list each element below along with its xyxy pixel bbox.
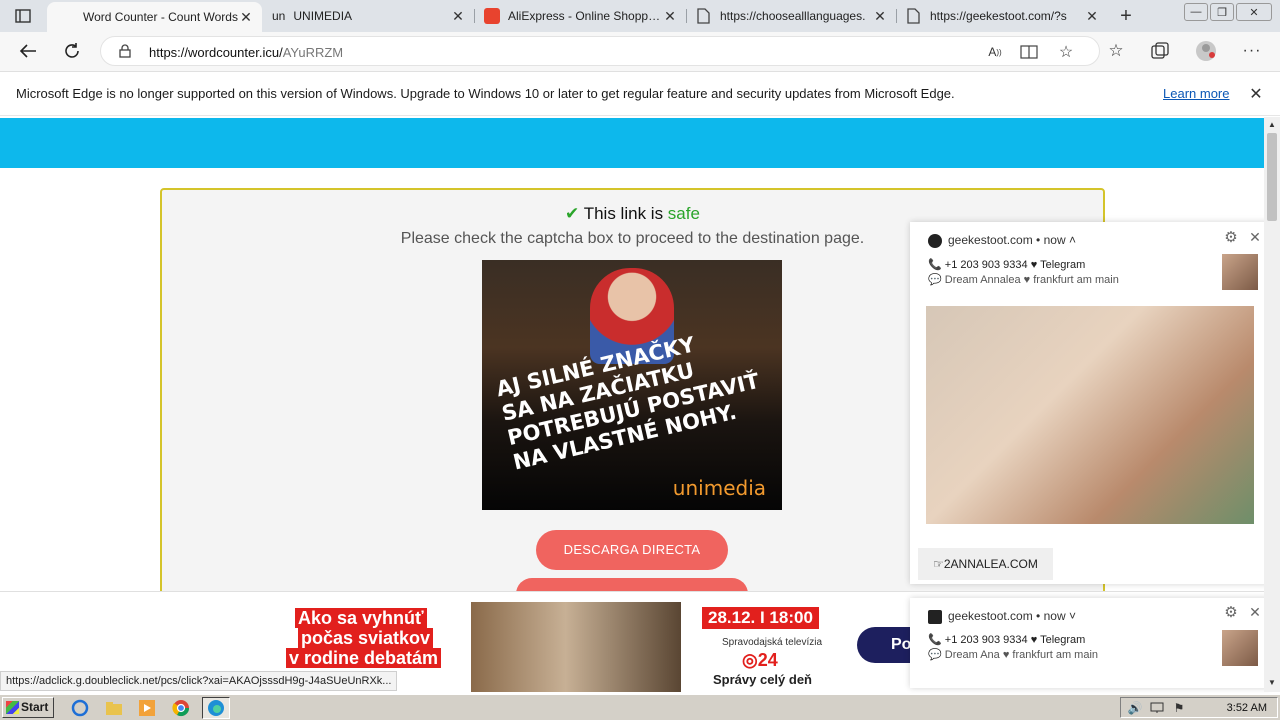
site-header-banner [0,118,1264,168]
profile-avatar[interactable] [1194,39,1218,63]
minimize-icon[interactable]: — [1184,3,1208,21]
ad-photo [471,602,681,692]
notification-alert-icon [928,610,942,624]
collections-icon[interactable] [1148,40,1172,62]
close-icon[interactable]: ✕ [238,9,254,26]
window-close-icon[interactable]: ✕ [1236,3,1272,21]
aliexpress-favicon-icon [484,8,500,24]
scroll-thumb[interactable] [1267,133,1277,221]
windows-logo-icon [6,701,19,714]
message-icon: 💬 [928,649,942,661]
scroll-up-icon[interactable]: ▲ [1267,119,1277,129]
close-icon[interactable]: ✕ [1246,228,1264,246]
add-favorite-icon[interactable]: ☆ [1055,42,1077,62]
ad-brand-logo: unimedia [672,476,766,500]
download-direct-button[interactable]: DESCARGA DIRECTA [536,530,728,570]
tab-strip: Word Counter - Count Words ✕ un UNIMEDIA… [0,0,1280,32]
ad-headline: v rodine debatám [286,648,442,668]
phone-icon: 📞 [928,259,942,271]
tab-title: https://choosealllanguages. [720,9,866,23]
ad-tv-label: Spravodajská televízia [722,637,823,648]
notification-bell-icon [928,234,942,248]
ad-date: 28.12. I 18:00 [702,607,819,629]
clock: 3:52 AM [1226,702,1267,714]
back-icon[interactable] [16,40,40,62]
restore-icon[interactable]: ❐ [1210,3,1234,21]
media-player-icon[interactable] [138,699,156,717]
learn-more-link[interactable]: Learn more [1163,86,1229,101]
close-icon[interactable]: ✕ [450,8,466,25]
wordcounter-favicon-icon [64,10,78,24]
page-favicon-icon [906,8,922,24]
safe-status: ✔ This link is safe [565,204,700,223]
close-icon[interactable]: ✕ [1084,8,1100,25]
page-favicon-icon [696,8,712,24]
notification-site: geekestoot.com • now ˄ [948,233,1076,247]
notification-thumbnail [1222,254,1258,290]
windows-taskbar: Start 🔊 ⚑ 3:52 AM [0,694,1280,720]
tab-title: AliExpress - Online Shopping [508,9,662,23]
notification-site: geekestoot.com • now ˅ [948,609,1076,623]
notification-line: 📞 +1 203 903 9334 ♥ Telegram [928,634,1086,646]
message-icon: 💬 [928,274,942,286]
tab-title: https://geekestoot.com/?s [930,9,1067,23]
close-icon[interactable]: ✕ [1246,603,1264,621]
close-icon[interactable]: ✕ [662,8,678,25]
unsupported-os-infobar: Microsoft Edge is no longer supported on… [0,72,1280,116]
network-icon[interactable] [1149,700,1165,716]
new-tab-icon[interactable]: + [1116,5,1136,27]
navigation-bar: https://wordcounter.icu/AYuRRZM A)) ☆ ☆ … [0,32,1280,72]
favorites-icon[interactable]: ☆ [1104,40,1128,62]
volume-icon[interactable]: 🔊 [1127,700,1143,716]
lock-icon[interactable] [117,43,133,59]
scroll-down-icon[interactable]: ▼ [1267,677,1277,687]
gear-icon[interactable]: ⚙ [1222,603,1240,621]
tab-unimedia[interactable]: un UNIMEDIA ✕ [264,0,474,32]
tab-word-counter[interactable]: Word Counter - Count Words ✕ [47,2,262,32]
url-text: https://wordcounter.icu/AYuRRZM [149,45,344,60]
push-notification[interactable]: geekestoot.com • now ˄ ⚙ ✕ 📞 +1 203 903 … [910,222,1270,584]
address-bar[interactable]: https://wordcounter.icu/AYuRRZM A)) ☆ [100,36,1100,66]
tab-actions-icon[interactable] [14,8,32,24]
notification-line: 💬 Dream Annalea ♥ frankfurt am main [928,274,1119,286]
ie-icon[interactable] [71,699,89,717]
notification-thumbnail [1222,630,1258,666]
gear-icon[interactable]: ⚙ [1222,228,1240,246]
status-bar-url: https://adclick.g.doubleclick.net/pcs/cl… [0,671,398,691]
phone-icon: 📞 [928,634,942,646]
notification-line: 💬 Dream Ana ♥ frankfurt am main [928,649,1099,661]
more-options-icon[interactable]: ··· [1240,40,1264,62]
ad-headline: počas sviatkov [298,628,434,648]
infobar-message: Microsoft Edge is no longer supported on… [16,86,955,101]
notification-line: 📞 +1 203 903 9334 ♥ Telegram [928,259,1086,271]
refresh-icon[interactable] [60,40,84,62]
tab-geekestoot[interactable]: https://geekestoot.com/?s ✕ [898,0,1108,32]
notification-action-button[interactable]: ☞2ANNALEA.COM [918,548,1053,580]
system-tray: 🔊 ⚑ 3:52 AM [1120,697,1278,718]
notification-image [926,306,1254,524]
flag-icon[interactable]: ⚑ [1171,700,1187,716]
folder-icon[interactable] [105,699,123,717]
read-aloud-icon[interactable]: A)) [985,43,1005,61]
immersive-reader-icon[interactable] [1019,43,1039,61]
ad-tagline: Správy celý deň [713,672,812,687]
tv-logo: ◎24 [742,650,778,670]
page-scrollbar[interactable]: ▲ ▼ [1264,117,1280,692]
ad-headline: Ako sa vyhnúť [295,608,427,628]
tab-aliexpress[interactable]: AliExpress - Online Shopping ✕ [476,0,686,32]
infobar-close-icon[interactable]: ✕ [1246,84,1266,104]
tab-title: UNIMEDIA [293,9,353,23]
unimedia-ad-image[interactable]: AJ SILNÉ ZNAČKY SA NA ZAČIATKU POTREBUJÚ… [482,260,782,510]
chrome-icon[interactable] [172,699,190,717]
unimedia-favicon-icon: un [272,9,286,23]
tab-chooseall[interactable]: https://choosealllanguages. ✕ [688,0,896,32]
edge-taskbar-button[interactable] [202,697,230,719]
tab-title: Word Counter - Count Words [83,10,238,24]
start-button[interactable]: Start [2,697,54,718]
close-icon[interactable]: ✕ [872,8,888,25]
checkmark-icon: ✔ [565,204,580,223]
push-notification[interactable]: geekestoot.com • now ˅ ⚙ ✕ 📞 +1 203 903 … [910,598,1270,688]
